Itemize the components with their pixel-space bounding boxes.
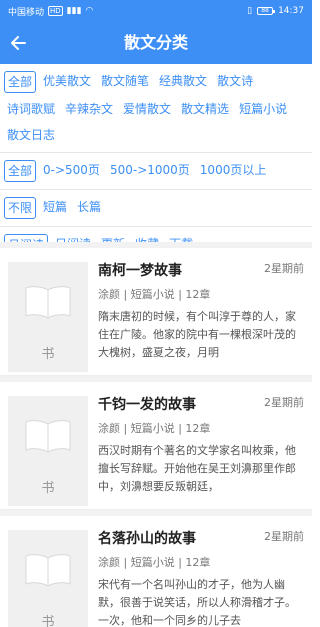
type-filter-row: 全部 优美散文 散文随笔 经典散文 散文诗 诗词歌赋 辛辣杂文 爱情散文 散文精…	[0, 68, 312, 148]
back-button[interactable]	[0, 22, 36, 64]
book-cover: 书	[8, 262, 88, 372]
signal-icon: ▮▮▮	[66, 6, 82, 16]
filter-pages[interactable]: 0->500页	[40, 160, 103, 182]
filter-type[interactable]: 辛辣杂文	[62, 99, 116, 119]
filter-type[interactable]: 经典散文	[156, 71, 210, 93]
book-list: 书 南柯一梦故事 2星期前 涂颜 | 短篇小说 | 12章 隋末唐初的时候，有个…	[0, 242, 312, 627]
divider	[0, 226, 312, 227]
filter-type[interactable]: 散文日志	[4, 125, 58, 145]
book-time: 2星期前	[264, 262, 304, 275]
filter-type[interactable]: 散文精选	[178, 99, 232, 119]
filter-pages[interactable]: 500->1000页	[107, 160, 193, 182]
filter-panel: 全部 优美散文 散文随笔 经典散文 散文诗 诗词歌赋 辛辣杂文 爱情散文 散文精…	[0, 64, 312, 259]
filter-length[interactable]: 短篇	[40, 197, 70, 219]
page-title: 散文分类	[123, 33, 188, 52]
carrier-label: 中国移动	[8, 7, 45, 18]
divider	[0, 189, 312, 190]
filter-length-any[interactable]: 不限	[4, 197, 37, 219]
book-description: 西汉时期有个著名的文学家名叫枚乘，他擅长写辞赋。开始他在吴王刘濞那里作郎中，刘濞…	[98, 444, 296, 493]
list-item[interactable]: 书 千钧一发的故事 2星期前 涂颜 | 短篇小说 | 12章 西汉时期有个著名的…	[0, 382, 312, 510]
divider	[0, 152, 312, 153]
filter-type[interactable]: 诗词歌赋	[4, 99, 58, 119]
book-description: 宋代有一个名叫孙山的才子，他为人幽默，很善于说笑话，所以人称滑稽才子。一次，他和…	[98, 578, 296, 627]
book-cover: 书	[8, 530, 88, 627]
filter-type[interactable]: 散文随笔	[98, 71, 152, 93]
book-time: 2星期前	[264, 396, 304, 409]
app-bar: 散文分类	[0, 22, 312, 64]
book-meta: 涂颜 | 短篇小说 | 12章	[98, 422, 211, 435]
cover-text: 书	[41, 481, 69, 496]
vibrate-icon: ▯	[247, 6, 253, 16]
wifi-icon: ◠	[85, 6, 94, 16]
book-cover: 书	[8, 396, 88, 506]
filter-length[interactable]: 长篇	[74, 197, 104, 219]
book-icon	[25, 554, 71, 587]
page-filter-row: 全部 0->500页 500->1000页 1000页以上	[0, 157, 312, 185]
filter-type[interactable]: 短篇小说	[236, 99, 290, 119]
filter-pages-all[interactable]: 全部	[4, 160, 37, 182]
filter-type-all[interactable]: 全部	[4, 71, 37, 93]
hd-badge: HD	[48, 6, 63, 16]
list-item[interactable]: 书 南柯一梦故事 2星期前 涂颜 | 短篇小说 | 12章 隋末唐初的时候，有个…	[0, 248, 312, 376]
length-filter-row: 不限 短篇 长篇	[0, 194, 312, 222]
book-title: 名落孙山的故事	[98, 531, 196, 547]
filter-type[interactable]: 优美散文	[40, 71, 94, 93]
book-meta: 涂颜 | 短篇小说 | 12章	[98, 288, 211, 301]
status-bar: 中国移动 HD ▮▮▮ ◠ ▯ 88 14:37	[0, 0, 312, 22]
cover-text: 书	[41, 615, 69, 627]
filter-type[interactable]: 爱情散文	[120, 99, 174, 119]
book-title: 千钧一发的故事	[98, 397, 196, 413]
book-time: 2星期前	[264, 530, 304, 543]
clock: 14:37	[278, 6, 304, 16]
book-description: 隋末唐初的时候，有个叫淳于尊的人，家住在广陵。他家的院中有一棵根深叶茂的大槐树，…	[98, 310, 296, 359]
battery-icon: 88	[257, 7, 276, 15]
book-icon	[25, 286, 71, 319]
book-meta: 涂颜 | 短篇小说 | 12章	[98, 556, 211, 569]
book-icon	[25, 420, 71, 453]
list-item[interactable]: 书 名落孙山的故事 2星期前 涂颜 | 短篇小说 | 12章 宋代有一个名叫孙山…	[0, 516, 312, 627]
cover-text: 书	[41, 347, 69, 362]
arrow-left-icon	[11, 36, 26, 50]
book-title: 南柯一梦故事	[98, 263, 182, 279]
filter-type[interactable]: 散文诗	[214, 71, 256, 93]
filter-pages[interactable]: 1000页以上	[197, 160, 270, 182]
